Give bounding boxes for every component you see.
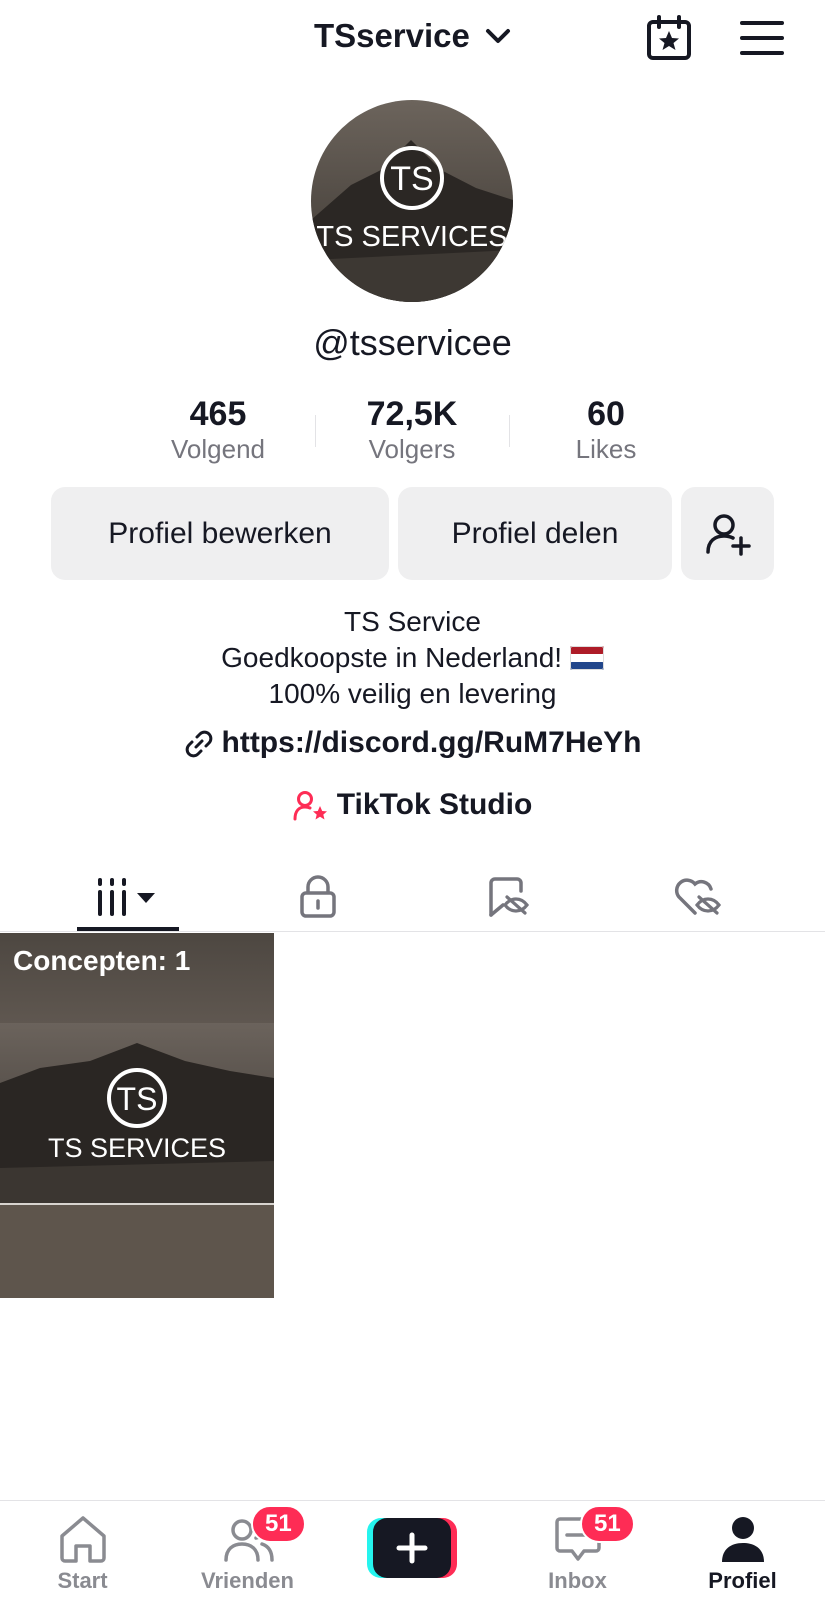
tab-reposts[interactable] xyxy=(405,862,611,932)
videos-grid-icon xyxy=(98,878,155,916)
nav-label: Inbox xyxy=(548,1568,607,1593)
tabs-divider xyxy=(0,931,825,932)
nav-label: Profiel xyxy=(708,1568,777,1593)
stat-divider xyxy=(509,415,510,447)
stat-followers-value: 72,5K xyxy=(366,395,458,433)
draft-thumb-text: TS SERVICES xyxy=(48,1133,226,1163)
add-friend-button[interactable] xyxy=(681,487,774,580)
bio-link[interactable]: https://discord.gg/RuM7HeYh xyxy=(0,723,825,763)
netherlands-flag-icon xyxy=(569,646,604,670)
calendar-star-icon[interactable] xyxy=(645,14,693,62)
draft-thumb-monogram: TS xyxy=(117,1081,158,1117)
stat-followers[interactable]: 72,5K Volgers xyxy=(317,393,507,465)
repost-hidden-icon xyxy=(489,877,530,917)
share-profile-button[interactable]: Profiel delen xyxy=(398,487,672,580)
chevron-down-icon xyxy=(486,29,511,44)
bottom-nav-divider xyxy=(0,1500,825,1501)
profile-icon xyxy=(721,1517,764,1562)
bio-link-text: https://discord.gg/RuM7HeYh xyxy=(221,726,642,759)
add-user-icon xyxy=(705,513,751,556)
profile-username-dropdown[interactable]: TSservice xyxy=(0,12,825,58)
creator-star-icon xyxy=(293,791,327,821)
home-icon xyxy=(59,1516,106,1563)
friends-notification-badge: 51 xyxy=(251,1505,306,1543)
page-title: TSservice xyxy=(313,17,470,55)
profile-handle: @tsservicee xyxy=(313,322,512,363)
bio-line: 100% veilig en levering xyxy=(268,678,557,709)
tab-videos[interactable] xyxy=(25,862,231,932)
create-post-button[interactable] xyxy=(367,1518,457,1578)
nav-label: Start xyxy=(57,1568,108,1593)
nav-start[interactable]: Start xyxy=(0,1510,165,1600)
nav-profile[interactable]: Profiel xyxy=(660,1510,825,1600)
stat-likes[interactable]: 60 Likes xyxy=(511,393,701,465)
stat-divider xyxy=(315,415,316,447)
tab-private[interactable] xyxy=(215,862,421,932)
stat-likes-label: Likes xyxy=(575,434,637,464)
link-icon xyxy=(185,730,212,758)
lock-icon xyxy=(300,875,336,918)
avatar-brand-text: TS SERVICES xyxy=(316,221,507,253)
tab-liked[interactable] xyxy=(595,862,801,932)
nav-label: Vrienden xyxy=(201,1568,294,1593)
stat-following-value: 465 xyxy=(189,395,247,433)
bio-line: TS Service xyxy=(344,606,481,637)
stat-likes-value: 60 xyxy=(587,395,625,433)
stat-following-label: Volgend xyxy=(171,434,265,464)
bio-line-with-flag: Goedkoopste in Nederland! xyxy=(0,640,825,676)
stat-following[interactable]: 465 Volgend xyxy=(123,393,313,465)
bio-line: Goedkoopste in Nederland! xyxy=(221,642,563,673)
hamburger-menu-icon[interactable] xyxy=(740,18,784,58)
tiktok-studio-label: TikTok Studio xyxy=(336,788,533,821)
edit-profile-button[interactable]: Profiel bewerken xyxy=(51,487,389,580)
drafts-tile[interactable]: TS TS SERVICES xyxy=(0,933,274,1298)
nav-inbox[interactable]: Inbox xyxy=(495,1510,660,1600)
stat-followers-label: Volgers xyxy=(368,434,456,464)
avatar-monogram: TS xyxy=(390,160,433,198)
liked-hidden-icon xyxy=(674,878,722,915)
inbox-notification-badge: 51 xyxy=(580,1505,635,1543)
drafts-count-label: Concepten: 1 xyxy=(13,945,191,976)
avatar[interactable]: TS TS SERVICES xyxy=(311,100,513,302)
tiktok-studio-link[interactable]: TikTok Studio xyxy=(0,785,825,825)
